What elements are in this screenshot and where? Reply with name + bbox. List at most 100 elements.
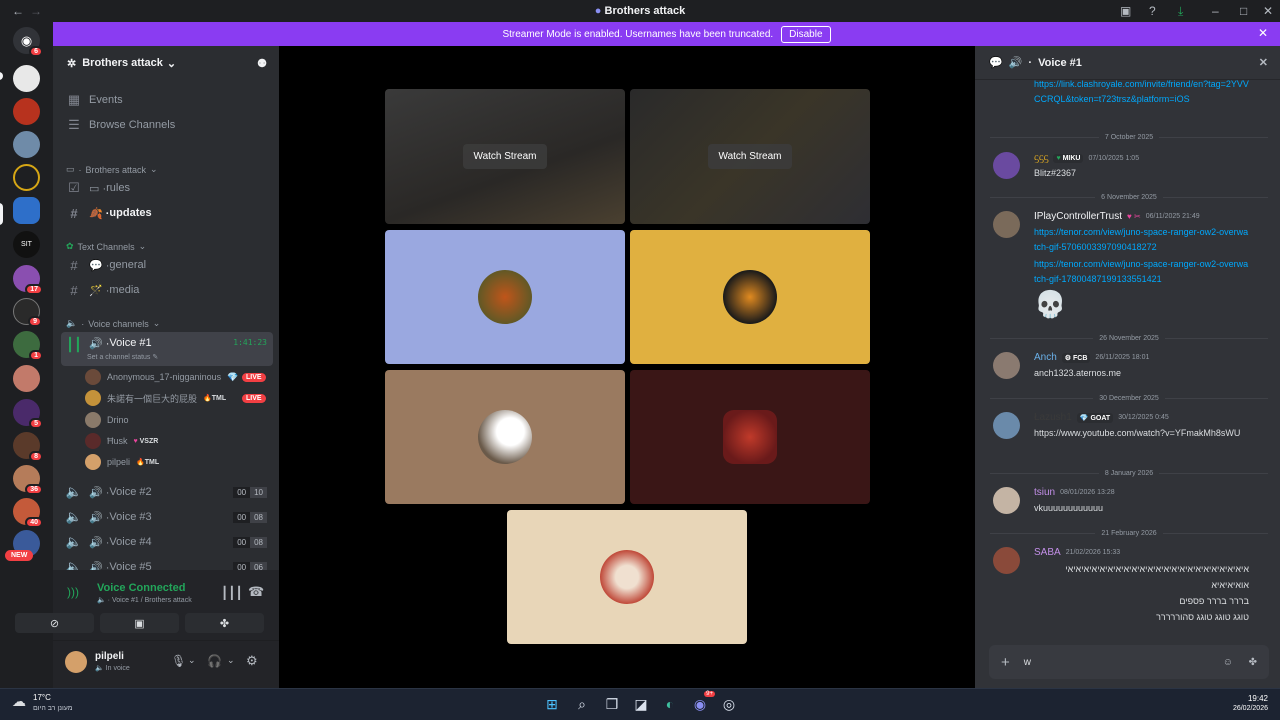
message-link[interactable]: https://tenor.com/view/juno-space-ranger… [1034, 257, 1249, 287]
attach-plus-icon[interactable]: + [1001, 654, 1010, 671]
watch-stream-button[interactable]: Watch Stream [707, 144, 793, 169]
voice-user[interactable]: Ħusk ♥ VSZR [85, 432, 158, 450]
server-icon[interactable] [13, 98, 40, 125]
server-list: ◉ 6 SIT 17 9 1 5 8 36 40 NEW [0, 22, 53, 690]
avatar[interactable] [993, 412, 1020, 439]
inbox-icon[interactable]: ▣ [1120, 4, 1131, 18]
chevron-down-icon[interactable]: ⌄ [227, 655, 235, 666]
avatar[interactable] [993, 487, 1020, 514]
participant-tile[interactable] [507, 510, 747, 644]
message-input[interactable]: w [1024, 657, 1031, 668]
noise-suppression-icon[interactable]: ┃┃┃ [221, 586, 243, 600]
close-window-icon[interactable]: ✕ [1263, 4, 1273, 18]
set-status-link[interactable]: Set a channel status ✎ [87, 353, 158, 361]
message-link[interactable]: https://link.clashroyale.com/invite/frie… [1034, 77, 1249, 119]
participant-tile[interactable] [630, 230, 870, 364]
weather-text[interactable]: מעונן רב היום [33, 705, 73, 712]
signal-icon[interactable]: ))) [67, 585, 79, 599]
server-icon[interactable]: 9 [13, 298, 42, 327]
temperature[interactable]: 17°C [33, 693, 51, 702]
voice-user[interactable]: 朱諾有一個巨大的屁股 🔥TML LIVE [85, 389, 266, 407]
server-icon[interactable] [13, 365, 40, 392]
weather-icon[interactable]: ☁ [12, 693, 26, 710]
server-icon[interactable]: 40 [13, 498, 43, 528]
server-icon[interactable]: 17 [13, 265, 43, 295]
minimize-icon[interactable]: – [1212, 4, 1219, 18]
category-voice-channels[interactable]: 🔈 · Voice channels ⌄ [66, 318, 160, 329]
settings-gear-icon[interactable]: ⚙ [246, 653, 258, 669]
activities-button[interactable]: ✤ [185, 613, 264, 633]
participant-tile[interactable] [630, 370, 870, 504]
channel-media[interactable]: # 🪄 · media [61, 278, 273, 302]
emoji-icon[interactable]: ☺ [1223, 657, 1233, 668]
channel-voice-1[interactable]: ┃┃ 🔊 · Voice #1 1:41:23 Set a channel sta… [61, 332, 273, 366]
message-composer[interactable]: + w ☺ ✤ [989, 645, 1269, 679]
events-link[interactable]: ▦ Events [61, 88, 273, 112]
date-divider: 8 January 2026 [990, 468, 1268, 478]
voice-user[interactable]: Anonymous_17-nigganinous 💎 LIVE [85, 368, 266, 386]
server-icon[interactable]: SIT [13, 231, 40, 258]
apps-icon[interactable]: ✤ [1249, 657, 1257, 668]
avatar[interactable] [993, 352, 1020, 379]
browse-channels-link[interactable]: ☰ Browse Channels [61, 113, 273, 137]
watch-stream-button[interactable]: Watch Stream [462, 144, 548, 169]
edge-browser-icon[interactable]: ◐ [659, 693, 681, 715]
app-icon[interactable]: ◎ [718, 693, 740, 715]
add-member-icon[interactable]: ⚉ [257, 57, 267, 70]
server-icon[interactable] [13, 131, 40, 158]
download-icon[interactable]: ⤓ [1178, 4, 1183, 19]
maximize-icon[interactable]: □ [1240, 4, 1247, 18]
server-icon[interactable] [13, 65, 40, 92]
disable-button[interactable]: Disable [781, 25, 831, 43]
avatar[interactable] [993, 211, 1020, 238]
windows-start-icon[interactable]: ⊞ [541, 693, 563, 715]
channel-general[interactable]: # 💬 · general [61, 253, 273, 277]
discord-taskbar-icon[interactable]: ◉ 9+ [689, 691, 715, 715]
participant-tile[interactable] [385, 370, 625, 504]
app-icon[interactable]: ◪ [630, 693, 652, 715]
clock-date[interactable]: 26/02/2026 [1210, 705, 1268, 712]
username[interactable]: pilpeli [95, 651, 124, 662]
close-chat-icon[interactable]: ✕ [1259, 56, 1268, 69]
disconnect-icon[interactable]: ☎ [248, 584, 264, 600]
speaker-icon: 🔈 [65, 509, 83, 524]
server-icon-active[interactable] [13, 197, 40, 224]
stream-tile[interactable]: Watch Stream [385, 89, 625, 224]
search-icon[interactable]: ⌕ [571, 693, 593, 715]
voice-user[interactable]: Drino [85, 411, 129, 429]
server-icon[interactable] [13, 164, 40, 191]
avatar[interactable] [993, 547, 1020, 574]
avatar[interactable] [993, 152, 1020, 179]
voice-location[interactable]: 🔈 · Voice #1 / Brothers attack [97, 596, 192, 604]
voice-connected-label[interactable]: Voice Connected [97, 582, 185, 594]
stream-tile[interactable]: Watch Stream [630, 89, 870, 224]
participant-tile[interactable] [385, 230, 625, 364]
server-icon[interactable]: 1 [13, 331, 43, 361]
clock-time[interactable]: 19:42 [1238, 694, 1268, 703]
camera-off-button[interactable]: ⊘ [15, 613, 94, 633]
server-header[interactable]: ✲ Brothers attack ⌄ ⚉ [53, 46, 279, 80]
channel-voice-3[interactable]: 🔈 🔊 · Voice #3 00 08 [61, 505, 273, 529]
task-view-icon[interactable]: ❐ [601, 693, 623, 715]
channel-voice-4[interactable]: 🔈 🔊 · Voice #4 00 08 [61, 530, 273, 554]
category-brothers-attack[interactable]: ▭ · Brothers attack ⌄ [66, 164, 158, 175]
skull-emoji: 💀 [1034, 289, 1067, 319]
server-icon[interactable]: 8 [13, 432, 43, 462]
channel-voice-2[interactable]: 🔈 🔊 · Voice #2 00 10 [61, 480, 273, 504]
voice-user[interactable]: pilpeli 🔥TML [85, 453, 159, 471]
microphone-icon[interactable]: 🎙 [171, 654, 186, 668]
channel-updates[interactable]: # 🍂 · updates [61, 201, 273, 225]
server-icon[interactable]: 36 [13, 465, 43, 495]
channel-rules[interactable]: ☑ ▭ · rules [61, 176, 273, 200]
message-link[interactable]: https://www.youtube.com/watch?v=YFmakMh8… [1034, 426, 1249, 441]
close-banner-icon[interactable]: ✕ [1258, 26, 1268, 40]
discord-home-icon[interactable]: ◉ 6 [13, 27, 43, 57]
chevron-down-icon[interactable]: ⌄ [188, 655, 196, 666]
message-link[interactable]: https://tenor.com/view/juno-space-ranger… [1034, 225, 1249, 255]
server-icon[interactable]: 5 [13, 399, 43, 429]
help-icon[interactable]: ? [1149, 4, 1156, 18]
headphones-icon[interactable]: 🎧 [207, 654, 222, 668]
screen-share-button[interactable]: ▣ [100, 613, 179, 633]
category-text-channels[interactable]: ✿ Text Channels ⌄ [66, 241, 146, 252]
avatar[interactable] [65, 651, 87, 673]
